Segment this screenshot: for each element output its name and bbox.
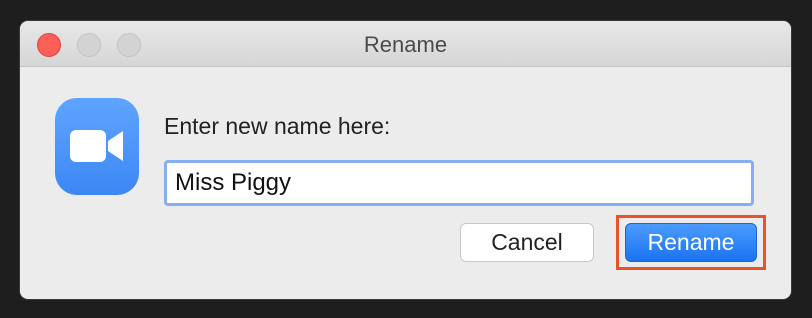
cancel-button[interactable]: Cancel	[460, 223, 594, 262]
window-title: Rename	[363, 32, 448, 57]
name-input[interactable]	[164, 160, 754, 206]
title-bar: Rename	[20, 21, 791, 67]
rename-dialog: Rename Enter new name here: Cancel Renam…	[20, 21, 791, 299]
prompt-label: Enter new name here:	[164, 113, 391, 139]
video-camera-icon	[55, 98, 139, 195]
highlight-box	[616, 215, 766, 270]
